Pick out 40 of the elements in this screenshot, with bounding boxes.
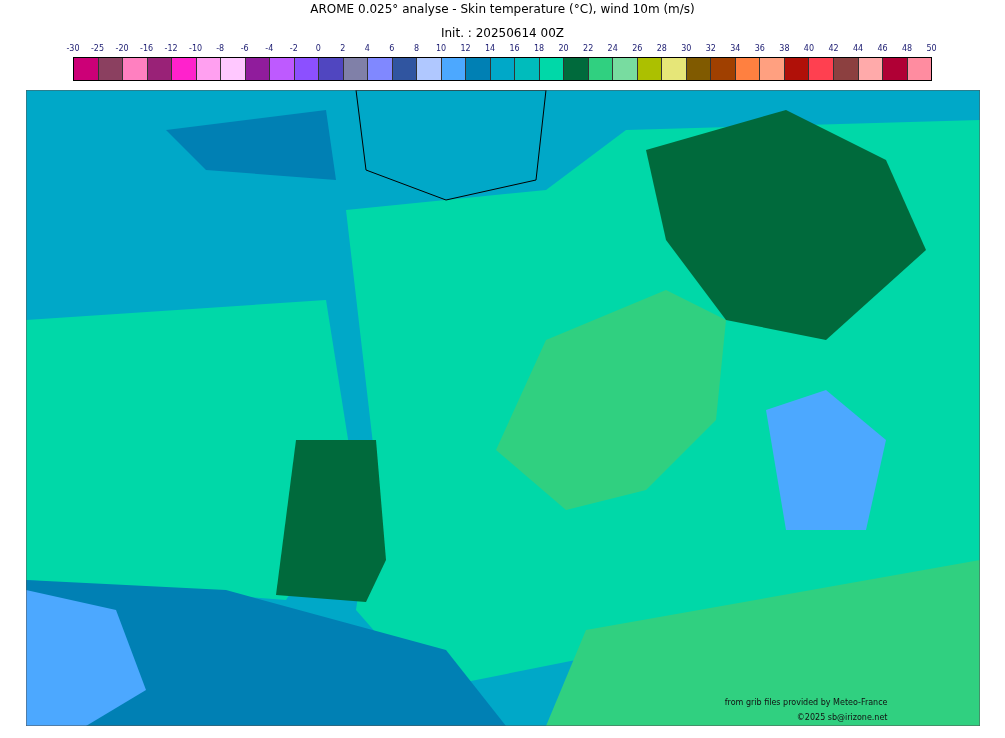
credit-text: from grib files provided by Meteo-France [724, 697, 888, 709]
colorbar-tick-label: 50 [925, 43, 938, 55]
init-time: Init. : 20250614 00Z [440, 25, 565, 41]
colorbar-tick-label: 22 [582, 43, 595, 55]
colorbar-tick-label: 32 [704, 43, 717, 55]
colorbar-tick-label: -6 [239, 43, 250, 55]
colorbar-tick-label: -20 [114, 43, 130, 55]
colorbar-tick-label: 24 [606, 43, 619, 55]
colorbar-tick-label: 38 [778, 43, 791, 55]
colorbar-tick-label: -30 [65, 43, 81, 55]
colorbar-tick-label: 18 [533, 43, 546, 55]
colorbar-tick-label: -8 [215, 43, 226, 55]
colorbar-tick-label: -4 [264, 43, 275, 55]
colorbar-tick-label: 10 [434, 43, 448, 55]
colorbar-tick-label: 30 [680, 43, 693, 55]
colorbar-tick-label: 48 [900, 43, 914, 55]
colorbar-tick-label: 36 [753, 43, 766, 55]
colorbar-tick-label: 8 [412, 43, 420, 55]
colorbar-tick-label: -10 [188, 43, 204, 55]
colorbar-tick-label: 40 [802, 43, 816, 55]
colorbar-tick-label: 42 [827, 43, 840, 55]
colorbar-tick-label: 16 [508, 43, 521, 55]
colorbar-tick-label: -2 [288, 43, 299, 55]
colorbar-tick-label: -25 [90, 43, 106, 55]
colorbar-tick-label: 14 [483, 43, 497, 55]
credit-text: ©2025 sb@irizone.net [796, 712, 888, 724]
colorbar-tick-label: 4 [363, 43, 371, 55]
colorbar-tick-label: 26 [631, 43, 644, 55]
colorbar-tick-label: -16 [139, 43, 155, 55]
colorbar-tick-label: -12 [163, 43, 179, 55]
colorbar-tick-label: 44 [851, 43, 865, 55]
chart-title: AROME 0.025° analyse - Skin temperature (°C), wind 10m (m/s) [310, 1, 695, 17]
colorbar-tick-label: 20 [557, 43, 570, 55]
colorbar-tick-label: 0 [314, 43, 322, 55]
colorbar-tick-label: 6 [388, 43, 396, 55]
colorbar-tick-label: 46 [876, 43, 889, 55]
colorbar-tick-label: 2 [339, 43, 347, 55]
colorbar-tick-label: 28 [655, 43, 668, 55]
colorbar-tick-label: 12 [459, 43, 472, 55]
colorbar-tick-label: 34 [729, 43, 742, 55]
